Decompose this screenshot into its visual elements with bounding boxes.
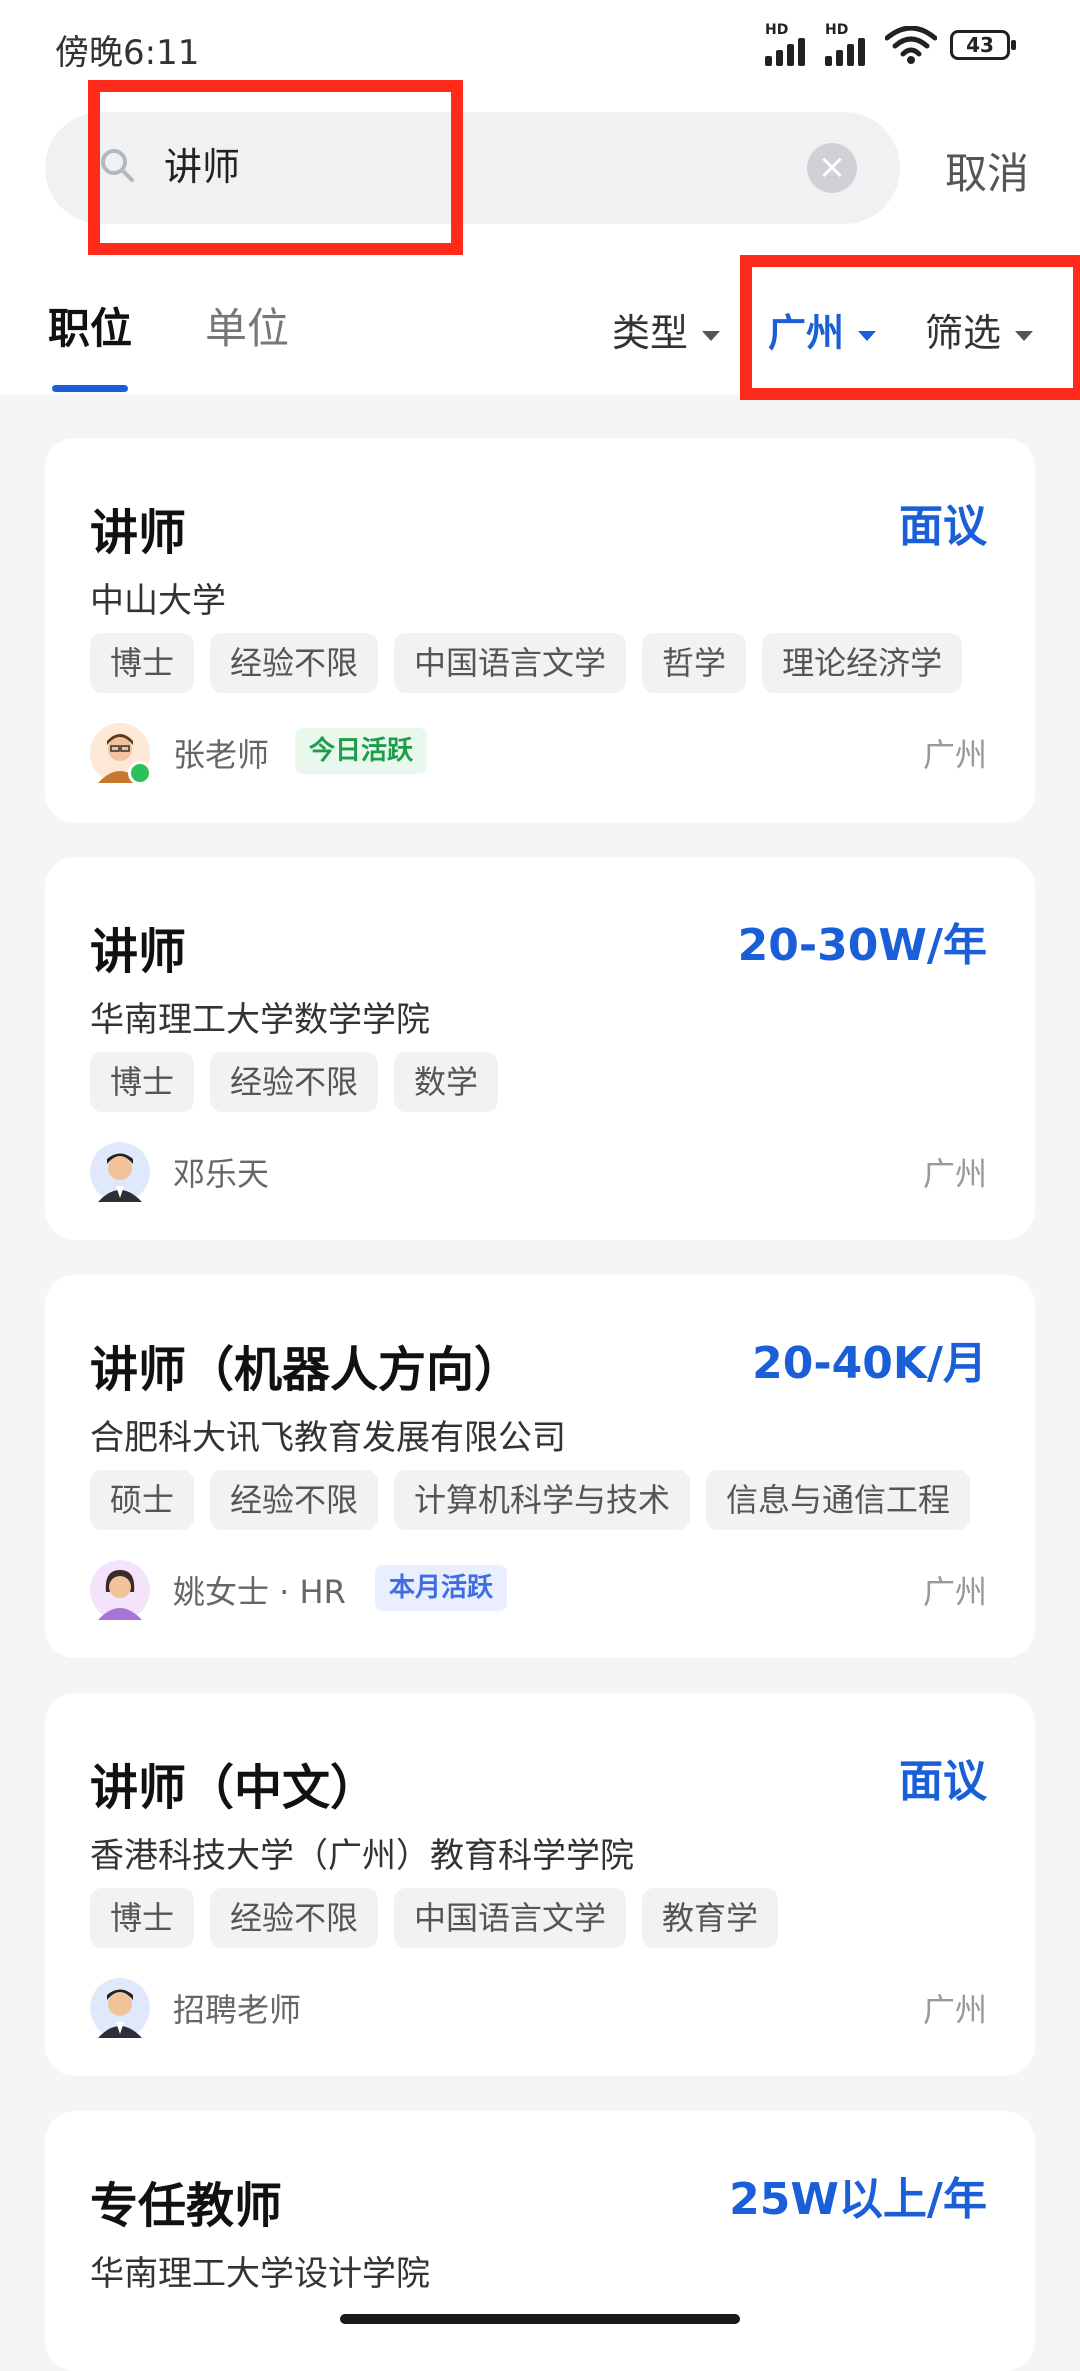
- job-company: 中山大学: [90, 581, 226, 621]
- tab-underline: [52, 385, 128, 392]
- job-location: 广州: [922, 1573, 987, 1611]
- tab-employers[interactable]: 单位: [205, 295, 289, 356]
- job-title: 专任教师: [90, 2178, 283, 2234]
- job-card[interactable]: 讲师（机器人方向） 20-40K/月 合肥科大讯飞教育发展有限公司 硕士 经验不…: [45, 1275, 1035, 1658]
- job-tag: 博士: [90, 1052, 195, 1112]
- job-tag: 经验不限: [210, 1052, 379, 1112]
- job-tag: 博士: [90, 1888, 195, 1948]
- job-salary: 20-30W/年: [737, 920, 987, 971]
- recruiter-name: 招聘老师: [173, 1991, 302, 2029]
- job-tag: 信息与通信工程: [706, 1470, 971, 1530]
- recruiter-name: 邓乐天: [173, 1155, 270, 1193]
- battery-icon: 43: [950, 30, 1016, 60]
- job-tag: 理论经济学: [762, 633, 963, 693]
- avatar: [90, 1142, 150, 1202]
- recruiter-name: 张老师: [173, 736, 270, 774]
- activity-badge: 本月活跃: [375, 1565, 508, 1611]
- online-indicator: [128, 761, 152, 785]
- job-company: 华南理工大学设计学院: [90, 2254, 430, 2294]
- job-title: 讲师（机器人方向）: [90, 1342, 523, 1398]
- recruiter-name: 姚女士 · HR: [173, 1573, 346, 1611]
- tab-positions[interactable]: 职位: [48, 295, 132, 356]
- type-filter[interactable]: 类型: [612, 302, 721, 357]
- highlight-box-search: [88, 80, 463, 255]
- job-card[interactable]: 专任教师 25W以上/年 华南理工大学设计学院: [45, 2111, 1035, 2371]
- job-tag: 硕士: [90, 1470, 195, 1530]
- job-title: 讲师: [90, 924, 187, 980]
- job-tag: 教育学: [642, 1888, 779, 1948]
- cancel-button[interactable]: 取消: [945, 140, 1029, 201]
- job-company: 华南理工大学数学学院: [90, 1000, 430, 1040]
- home-indicator[interactable]: [340, 2314, 740, 2324]
- job-tag: 计算机科学与技术: [394, 1470, 691, 1530]
- job-tags: 博士 经验不限 数学: [90, 1052, 499, 1112]
- job-company: 合肥科大讯飞教育发展有限公司: [90, 1418, 566, 1458]
- job-salary: 面议: [899, 501, 987, 552]
- job-salary: 25W以上/年: [729, 2174, 987, 2225]
- job-card[interactable]: 讲师 20-30W/年 华南理工大学数学学院 博士 经验不限 数学 邓乐天 广州: [45, 857, 1035, 1240]
- job-tag: 中国语言文学: [394, 1888, 627, 1948]
- job-location: 广州: [922, 736, 987, 774]
- job-card[interactable]: 讲师 面议 中山大学 博士 经验不限 中国语言文学 哲学 理论经济学 张老师 今…: [45, 438, 1035, 823]
- status-time: 傍晚6:11: [55, 33, 200, 73]
- job-salary: 20-40K/月: [752, 1338, 987, 1389]
- job-location: 广州: [922, 1991, 987, 2029]
- job-tag: 经验不限: [210, 1470, 379, 1530]
- job-tag: 博士: [90, 633, 195, 693]
- avatar: [90, 1978, 150, 2038]
- job-tags: 博士 经验不限 中国语言文学 教育学: [90, 1888, 779, 1948]
- job-tags: 博士 经验不限 中国语言文学 哲学 理论经济学: [90, 633, 963, 693]
- job-tag: 经验不限: [210, 1888, 379, 1948]
- chevron-down-icon: [702, 330, 721, 341]
- job-title: 讲师: [90, 505, 187, 561]
- highlight-box-filter: [740, 255, 1080, 400]
- job-tag: 哲学: [642, 633, 747, 693]
- avatar: [90, 1560, 150, 1620]
- wifi-icon: [885, 26, 937, 64]
- avatar: [90, 723, 152, 785]
- job-card[interactable]: 讲师（中文） 面议 香港科技大学（广州）教育科学学院 博士 经验不限 中国语言文…: [45, 1693, 1035, 2076]
- activity-badge: 今日活跃: [295, 728, 428, 774]
- job-tags: 硕士 经验不限 计算机科学与技术 信息与通信工程: [90, 1470, 971, 1530]
- clear-icon[interactable]: ×: [807, 143, 857, 193]
- job-location: 广州: [922, 1155, 987, 1193]
- job-title: 讲师（中文）: [90, 1760, 379, 1816]
- job-tag: 经验不限: [210, 633, 379, 693]
- job-company: 香港科技大学（广州）教育科学学院: [90, 1836, 634, 1876]
- job-tag: 中国语言文学: [394, 633, 627, 693]
- job-salary: 面议: [899, 1756, 987, 1807]
- job-tag: 数学: [394, 1052, 499, 1112]
